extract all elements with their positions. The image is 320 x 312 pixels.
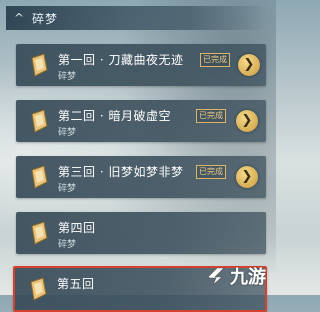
chapter-subtitle: 碎梦 [58, 184, 77, 194]
chapter-card-1[interactable]: 第一回 · 刀藏曲夜无迹 碎梦 已完成 ❯ [16, 44, 266, 86]
chapter-card-4[interactable]: 第四回 碎梦 [16, 212, 266, 254]
chevron-right-icon: ❯ [243, 57, 255, 72]
watermark-logo-icon [207, 267, 225, 286]
chapter-card-2[interactable]: 第二回 · 暗月破虚空 碎梦 已完成 ❯ [16, 100, 266, 142]
chapter-title: 第一回 · 刀藏曲夜无迹 [58, 53, 184, 67]
chapter-title: 第二回 · 暗月破虚空 [58, 109, 171, 123]
chapter-subtitle: 碎梦 [58, 240, 77, 250]
site-watermark: 九游 [205, 263, 266, 289]
scroll-icon [31, 109, 48, 133]
chevron-right-icon: ❯ [241, 169, 253, 184]
enter-chapter-button[interactable]: ❯ [236, 110, 258, 132]
chapter-subtitle: 碎梦 [58, 72, 77, 82]
chapter-subtitle: 碎梦 [58, 128, 77, 138]
chapter-title: 第五回 [57, 277, 95, 291]
scroll-icon [30, 277, 47, 301]
completed-badge: 已完成 [196, 109, 226, 123]
category-title: 碎梦 [32, 11, 59, 26]
completed-badge: 已完成 [196, 165, 226, 179]
watermark-text: 九游 [230, 267, 266, 288]
chevron-right-icon: ❯ [241, 113, 253, 128]
category-header[interactable]: ^ 碎梦 [6, 6, 268, 30]
scroll-icon [31, 53, 48, 77]
chapter-card-3[interactable]: 第三回 · 旧梦如梦非梦 碎梦 已完成 ❯ [16, 156, 266, 198]
enter-chapter-button[interactable]: ❯ [236, 166, 258, 188]
completed-badge: 已完成 [200, 53, 230, 67]
chapter-title: 第三回 · 旧梦如梦非梦 [58, 165, 184, 179]
chapter-title: 第四回 [58, 221, 96, 235]
scroll-icon [31, 165, 48, 189]
collapse-caret-icon[interactable]: ^ [6, 11, 32, 25]
enter-chapter-button[interactable]: ❯ [238, 54, 260, 76]
scroll-icon [31, 221, 48, 245]
